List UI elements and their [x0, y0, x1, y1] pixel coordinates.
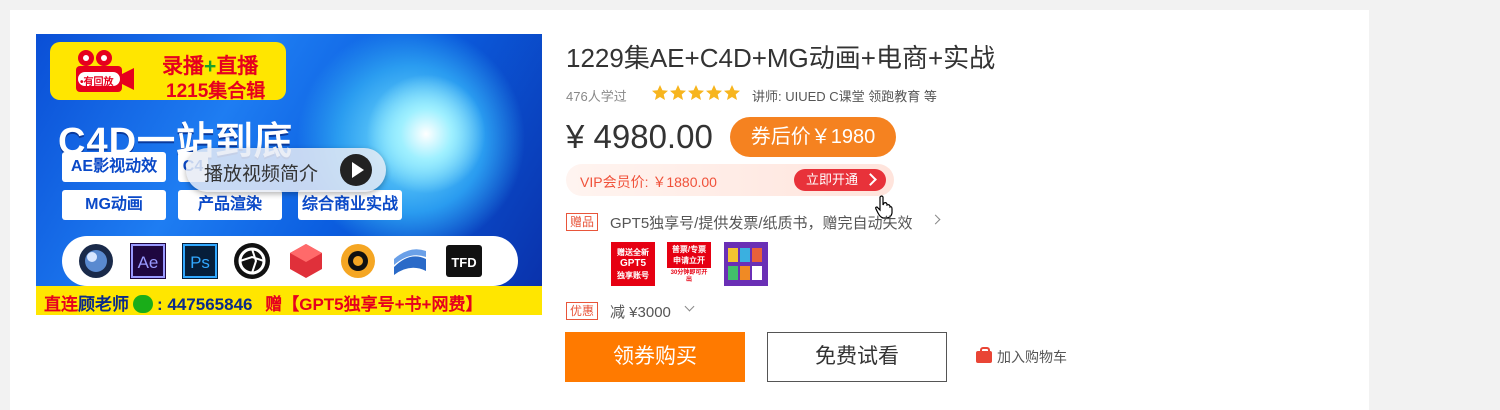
- banner-tag-commercial: 综合商业实战: [298, 190, 402, 220]
- free-trial-button[interactable]: 免费试看: [767, 332, 947, 382]
- svg-text:Ps: Ps: [190, 253, 210, 272]
- gift-tag: 赠品: [566, 213, 599, 231]
- teacher-info[interactable]: 讲师: UIUED C课堂 领跑教育 等: [752, 86, 937, 105]
- video-camera-icon: [76, 50, 134, 92]
- chevron-right-icon[interactable]: [930, 214, 941, 225]
- svg-text:Ae: Ae: [138, 253, 159, 272]
- vip-price-row: VIP会员价: ￥1880.00 立即开通: [566, 164, 894, 196]
- octane-icon: [234, 243, 270, 279]
- svg-text:TFD: TFD: [451, 255, 476, 270]
- cart-icon: [976, 347, 992, 363]
- add-to-cart-label: 加入购物车: [997, 349, 1067, 365]
- badge-line-2: 1215集合辑: [166, 81, 266, 102]
- coupon-buy-button[interactable]: 领券购买: [565, 332, 745, 382]
- gift-thumb-gpt5[interactable]: 赠送全新 GPT5 独享账号: [611, 242, 655, 286]
- vip-price-label: VIP会员价: ￥1880.00: [580, 174, 717, 190]
- add-to-cart-link[interactable]: 加入购物车: [976, 347, 1067, 367]
- software-icon-strip: Ae Ps TFD: [62, 236, 518, 286]
- play-video-button[interactable]: 播放视频简介: [186, 148, 386, 192]
- arnold-icon: [341, 244, 375, 278]
- banner-badge: •有回放 录播+直播 1215集合辑: [50, 42, 286, 102]
- course-price: ¥ 4980.00: [566, 118, 713, 155]
- redshift-icon: [290, 244, 322, 278]
- gift-thumb-books[interactable]: [724, 242, 768, 286]
- contact-bar: 直连顾老师: 447565846 赠【GPT5独享号+书+网费】: [36, 286, 542, 315]
- gift-description[interactable]: GPT5独享号/提供发票/纸质书，赠完自动失效: [610, 212, 913, 233]
- photoshop-icon: Ps: [182, 243, 218, 279]
- banner-tag-mg: MG动画: [62, 190, 166, 220]
- gift-thumb-invoice[interactable]: 普票/专票 申请立开 30分钟即可开出: [667, 242, 711, 286]
- banner-tag-render: 产品渲染: [178, 190, 282, 220]
- discount-amount[interactable]: 减 ¥3000: [610, 301, 671, 322]
- course-title: 1229集AE+C4D+MG动画+电商+实战: [566, 43, 996, 73]
- rating-stars-icon: [652, 85, 740, 100]
- discount-tag: 优惠: [566, 302, 599, 320]
- play-icon: [340, 154, 372, 186]
- cinema4d-icon: [79, 244, 113, 278]
- banner-tag-ae: AE影视动效: [62, 152, 166, 182]
- wechat-icon: [133, 295, 153, 313]
- coupon-price-badge[interactable]: 券后价￥1980: [730, 117, 896, 157]
- c4d-logo-icon: [394, 249, 426, 275]
- after-effects-icon: Ae: [130, 243, 166, 279]
- vip-activate-button[interactable]: 立即开通: [794, 169, 886, 191]
- chevron-right-icon: [864, 173, 877, 186]
- play-video-label: 播放视频简介: [204, 164, 319, 185]
- chevron-down-icon[interactable]: [684, 301, 695, 312]
- contact-info: 直连顾老师: 447565846 赠【GPT5独享号+书+网费】: [44, 295, 483, 314]
- tfd-icon: TFD: [446, 245, 482, 277]
- learner-count: 476人学过: [566, 89, 627, 104]
- course-banner[interactable]: •有回放 录播+直播 1215集合辑 C4D一站到底 AE影视动效 C4 MG动…: [36, 34, 542, 315]
- replay-label: •有回放: [80, 77, 114, 88]
- course-card: •有回放 录播+直播 1215集合辑 C4D一站到底 AE影视动效 C4 MG动…: [10, 10, 1369, 410]
